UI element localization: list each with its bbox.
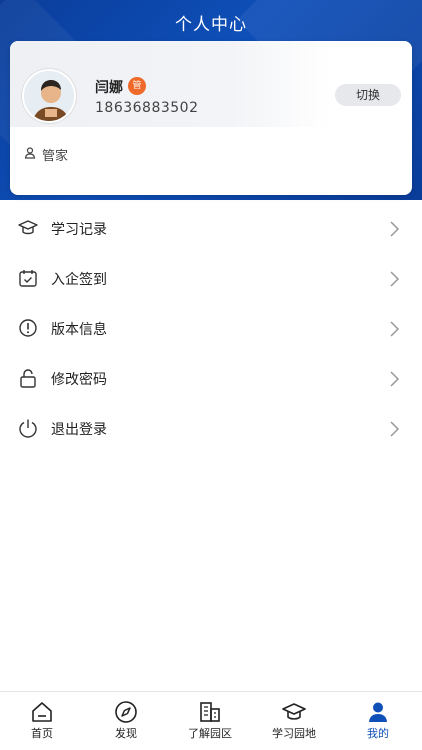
compass-icon <box>115 701 137 723</box>
tab-home[interactable]: 首页 <box>0 692 84 750</box>
menu-item-check-in[interactable]: 入企签到 <box>0 254 422 304</box>
chevron-right-icon <box>390 371 400 387</box>
menu-item-label: 版本信息 <box>51 322 107 338</box>
user-icon <box>24 147 36 159</box>
profile-card: 闫娜 管 18636883502 切换 管家 <box>10 41 412 195</box>
menu-item-label: 修改密码 <box>51 372 107 388</box>
buildings-icon <box>200 702 220 722</box>
chevron-right-icon <box>390 421 400 437</box>
menu-item-label: 学习记录 <box>51 222 107 238</box>
menu-item-label: 退出登录 <box>51 422 107 438</box>
tab-discover[interactable]: 发现 <box>84 692 168 750</box>
role-badge: 管 <box>128 77 146 95</box>
menu-item-label: 入企签到 <box>51 272 107 288</box>
tab-park-info[interactable]: 了解园区 <box>168 692 252 750</box>
user-name: 闫娜 <box>95 80 123 96</box>
power-icon <box>19 419 37 438</box>
menu-item-change-password[interactable]: 修改密码 <box>0 354 422 404</box>
switch-account-button[interactable]: 切换 <box>335 84 401 106</box>
chevron-right-icon <box>390 221 400 237</box>
menu-item-logout[interactable]: 退出登录 <box>0 404 422 454</box>
page-title: 个人中心 <box>175 15 247 35</box>
menu-item-version-info[interactable]: 版本信息 <box>0 304 422 354</box>
role-label: 管家 <box>42 149 69 164</box>
bottom-tab-bar: 首页 发现 了解园区 学习园地 我的 <box>0 691 422 750</box>
menu-item-study-records[interactable]: 学习记录 <box>0 204 422 254</box>
tab-label: 了解园区 <box>188 727 232 740</box>
settings-menu: 学习记录 入企签到 版本信息 修改密码 退出登录 <box>0 204 422 454</box>
graduation-cap-icon <box>18 220 38 235</box>
tab-label: 首页 <box>31 727 53 740</box>
calendar-check-icon <box>19 270 37 287</box>
user-icon <box>369 702 387 722</box>
chevron-right-icon <box>390 321 400 337</box>
home-icon <box>32 702 52 722</box>
avatar[interactable] <box>22 69 76 123</box>
tab-mine[interactable]: 我的 <box>336 692 420 750</box>
tab-label: 学习园地 <box>272 727 316 740</box>
user-phone: 18636883502 <box>95 100 199 116</box>
tab-label: 发现 <box>115 727 137 740</box>
lock-icon <box>20 369 36 388</box>
tab-learning-garden[interactable]: 学习园地 <box>252 692 336 750</box>
graduation-cap-icon <box>282 703 306 720</box>
tab-label: 我的 <box>367 727 389 740</box>
info-circle-icon <box>19 319 37 337</box>
chevron-right-icon <box>390 271 400 287</box>
